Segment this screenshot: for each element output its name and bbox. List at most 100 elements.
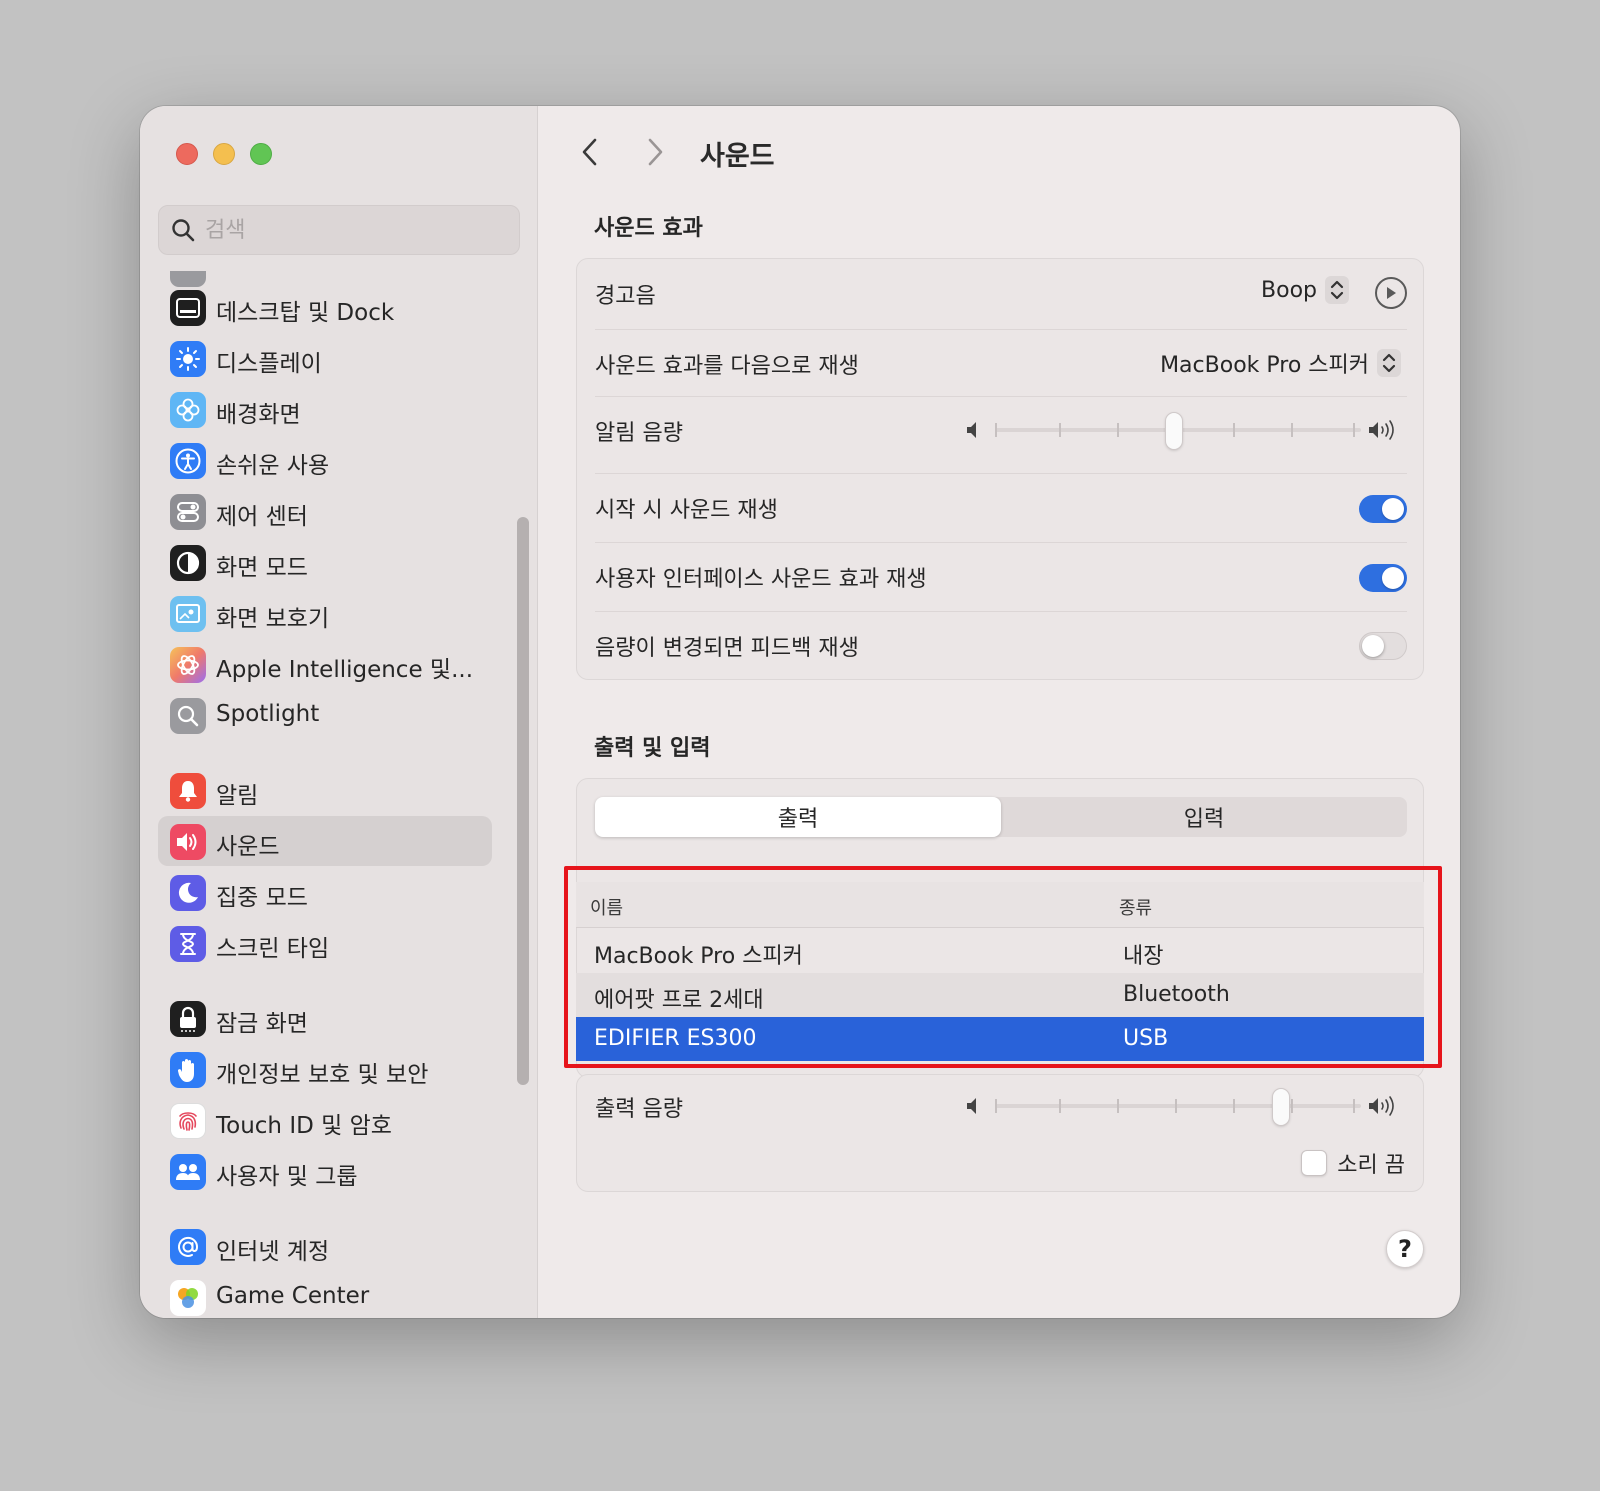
alert-volume-slider[interactable] <box>965 413 1405 449</box>
sidebar: 데스크탑 및 Dock 디스플레이 배경화면 손쉬운 사용 <box>140 106 538 1318</box>
chevron-right-icon <box>645 137 665 171</box>
mute-label: 소리 끔 <box>1337 1153 1405 1178</box>
sidebar-item-label: 데스크탑 및 Dock <box>216 300 395 326</box>
volume-high-icon <box>1367 418 1401 446</box>
sidebar-item-display[interactable]: 디스플레이 <box>158 333 492 383</box>
apple-intelligence-icon <box>170 647 206 683</box>
slider-tick <box>995 423 997 437</box>
zoom-window-button[interactable] <box>250 143 272 165</box>
tab-input[interactable]: 입력 <box>1001 797 1407 837</box>
sidebar-scrollbar[interactable] <box>517 517 529 1085</box>
output-volume-group: 출력 음량 소리 끔 <box>576 1074 1424 1192</box>
sidebar-item-screen-time[interactable]: 스크린 타임 <box>158 918 492 968</box>
focus-moon-icon <box>170 875 206 911</box>
play-through-popup[interactable]: MacBook Pro 스피커 <box>1160 347 1401 379</box>
slider-tick <box>1353 1099 1355 1113</box>
device-type: USB <box>1123 1026 1169 1051</box>
feedback-sound-label: 음량이 변경되면 피드백 재생 <box>595 636 859 661</box>
sidebar-item-label: 디스플레이 <box>216 351 322 377</box>
sidebar-item-accessibility[interactable]: 손쉬운 사용 <box>158 435 492 485</box>
sidebar-item-label: 잠금 화면 <box>216 1011 308 1037</box>
slider-tick <box>1117 1099 1119 1113</box>
search-input[interactable] <box>205 214 505 246</box>
volume-high-icon <box>1367 1094 1401 1122</box>
sidebar-item-touch-id[interactable]: Touch ID 및 암호 <box>158 1095 492 1145</box>
help-button[interactable]: ? <box>1386 1230 1424 1268</box>
slider-tick <box>1175 1099 1177 1113</box>
back-button[interactable] <box>570 136 610 172</box>
ui-sound-label: 사용자 인터페이스 사운드 효과 재생 <box>595 567 927 592</box>
forward-button[interactable] <box>635 136 675 172</box>
table-row[interactable]: 에어팟 프로 2세대 Bluetooth <box>576 973 1424 1017</box>
control-center-icon <box>170 494 206 530</box>
close-window-button[interactable] <box>176 143 198 165</box>
sidebar-item-label: 화면 모드 <box>216 555 308 581</box>
internet-accounts-at-icon <box>170 1229 206 1265</box>
slider-tick <box>1353 423 1355 437</box>
startup-sound-toggle[interactable] <box>1359 495 1407 523</box>
mute-control[interactable]: 소리 끔 <box>1301 1147 1405 1179</box>
sidebar-item-control-center[interactable]: 제어 센터 <box>158 486 492 536</box>
search-field[interactable] <box>158 205 520 255</box>
slider-tick <box>1117 423 1119 437</box>
sidebar-item-wallpaper[interactable]: 배경화면 <box>158 384 492 434</box>
alert-sound-popup[interactable]: Boop <box>1261 276 1349 304</box>
sidebar-item-label: Touch ID 및 암호 <box>216 1113 392 1139</box>
minimize-window-button[interactable] <box>213 143 235 165</box>
sidebar-item-apple-intelligence[interactable]: Apple Intelligence 및... <box>158 639 492 689</box>
feedback-sound-row: 음량이 변경되면 피드백 재생 <box>595 612 1407 680</box>
device-type: Bluetooth <box>1123 982 1230 1007</box>
ui-sound-row: 사용자 인터페이스 사운드 효과 재생 <box>595 543 1407 611</box>
sidebar-item-screensaver[interactable]: 화면 보호기 <box>158 588 492 638</box>
sidebar-item-spotlight[interactable]: Spotlight <box>158 690 492 740</box>
sidebar-item-lock-screen[interactable]: 잠금 화면 <box>158 993 492 1043</box>
slider-tick <box>1233 1099 1235 1113</box>
play-alert-sound-button[interactable] <box>1375 277 1407 309</box>
up-down-chevron-icon <box>1325 276 1349 304</box>
feedback-sound-toggle[interactable] <box>1359 632 1407 660</box>
column-header-type[interactable]: 종류 <box>1119 894 1152 920</box>
sidebar-item-privacy-security[interactable]: 개인정보 보호 및 보안 <box>158 1044 492 1094</box>
sidebar-item-appearance[interactable]: 화면 모드 <box>158 537 492 587</box>
sound-speaker-icon <box>170 824 206 860</box>
mute-checkbox[interactable] <box>1301 1150 1328 1176</box>
startup-sound-label: 시작 시 사운드 재생 <box>595 498 778 523</box>
main-pane: 사운드 사운드 효과 경고음 Boop 사운드 효과를 다음으로 재생 MacB… <box>538 106 1460 1318</box>
column-header-name[interactable]: 이름 <box>590 894 623 920</box>
sidebar-item-label: 제어 센터 <box>216 504 308 530</box>
slider-thumb[interactable] <box>1166 413 1182 449</box>
accessibility-icon <box>170 443 206 479</box>
sidebar-item-label: 개인정보 보호 및 보안 <box>216 1062 429 1088</box>
table-row[interactable]: MacBook Pro 스피커 내장 <box>576 929 1424 973</box>
sidebar-item-sound[interactable]: 사운드 <box>158 816 492 866</box>
table-row-selected[interactable]: EDIFIER ES300 USB <box>576 1017 1424 1061</box>
sidebar-item-label: 스크린 타임 <box>216 936 330 962</box>
sidebar-item-game-center[interactable]: Game Center <box>158 1272 492 1318</box>
sidebar-list: 데스크탑 및 Dock 디스플레이 배경화면 손쉬운 사용 제어 센터 화면 모… <box>140 271 537 1318</box>
sidebar-item-notifications[interactable]: 알림 <box>158 765 492 815</box>
users-groups-icon <box>170 1154 206 1190</box>
sidebar-item-focus[interactable]: 집중 모드 <box>158 867 492 917</box>
sidebar-item-label: 사운드 <box>216 834 280 860</box>
volume-low-icon <box>965 1095 985 1121</box>
ui-sound-toggle[interactable] <box>1359 564 1407 592</box>
fingerprint-icon <box>170 1103 206 1139</box>
appearance-icon <box>170 545 206 581</box>
alert-volume-row: 알림 음량 <box>595 397 1407 473</box>
output-input-segmented-control: 출력 입력 <box>595 797 1407 837</box>
dock-icon <box>170 290 206 326</box>
tab-output[interactable]: 출력 <box>595 797 1001 837</box>
screen-time-hourglass-icon <box>170 926 206 962</box>
slider-thumb[interactable] <box>1273 1089 1290 1125</box>
sidebar-item-internet-accounts[interactable]: 인터넷 계정 <box>158 1221 492 1271</box>
output-device-table: 이름 종류 MacBook Pro 스피커 내장 에어팟 프로 2세대 Blue… <box>576 882 1424 1062</box>
output-volume-slider[interactable] <box>965 1089 1405 1125</box>
sidebar-item-users-groups[interactable]: 사용자 및 그룹 <box>158 1146 492 1196</box>
game-center-icon <box>170 1280 206 1316</box>
play-through-value: MacBook Pro 스피커 <box>1160 353 1369 378</box>
page-title: 사운드 <box>700 141 775 172</box>
sidebar-item-label: 사용자 및 그룹 <box>216 1164 358 1190</box>
sidebar-item-desktop-dock[interactable]: 데스크탑 및 Dock <box>158 282 492 332</box>
wallpaper-flower-icon <box>170 392 206 428</box>
play-icon <box>1387 287 1396 299</box>
